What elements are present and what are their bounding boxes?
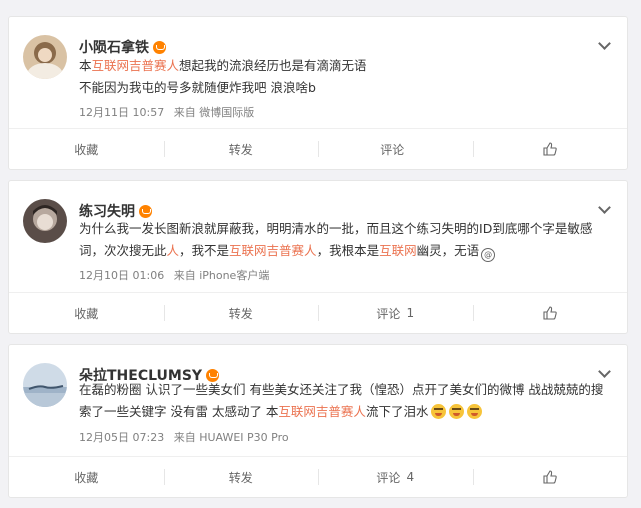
- like-button[interactable]: [472, 129, 628, 169]
- post-meta: 12月10日 01:06 来自 iPhone客户端: [79, 267, 275, 283]
- comment-button[interactable]: 评论: [318, 129, 473, 169]
- repost-button[interactable]: 转发: [163, 129, 319, 169]
- weibo-card-2: 练习失明 为什么我一发长图新浪就屏蔽我，明明清水的一批，而且这个练习失明的ID到…: [8, 180, 628, 334]
- text-fragment: 流下了泪水: [365, 404, 429, 419]
- thumbs-up-icon: [543, 306, 557, 320]
- topic-link[interactable]: 互联网吉普赛人: [92, 58, 180, 73]
- avatar-image: [23, 363, 67, 407]
- favorite-button[interactable]: 收藏: [9, 293, 164, 333]
- favorite-label: 收藏: [74, 470, 99, 485]
- post-text: 在磊的粉圈 认识了一些美女们 有些美女还关注了我（惶恐）点开了美女们的微博 战战…: [79, 379, 613, 423]
- avatar-image: [23, 35, 67, 79]
- crying-emoji-icon: [431, 404, 447, 419]
- favorite-button[interactable]: 收藏: [9, 129, 164, 169]
- comment-count: 4: [406, 470, 415, 484]
- repost-button[interactable]: 转发: [163, 457, 319, 497]
- avatar[interactable]: [23, 35, 67, 79]
- text-fragment: 本: [79, 58, 92, 73]
- favorite-button[interactable]: 收藏: [9, 457, 164, 497]
- text-fragment: 幽灵，无语: [416, 243, 480, 258]
- avatar[interactable]: [23, 363, 67, 407]
- repost-label: 转发: [228, 142, 253, 157]
- repost-button[interactable]: 转发: [163, 293, 319, 333]
- avatar-image: [23, 199, 67, 243]
- chevron-down-icon[interactable]: [598, 365, 611, 378]
- vip-badge-icon: [139, 204, 152, 218]
- source: 来自 微博国际版: [173, 106, 255, 119]
- timestamp[interactable]: 12月11日 10:57: [79, 106, 164, 119]
- chevron-down-icon[interactable]: [598, 201, 611, 214]
- topic-link[interactable]: 互联网吉普赛人: [229, 243, 317, 258]
- post-text: 为什么我一发长图新浪就屏蔽我，明明清水的一批，而且这个练习失明的ID到底哪个字是…: [79, 218, 613, 262]
- topic-link[interactable]: 互联网: [379, 243, 417, 258]
- comment-label: 评论: [376, 306, 401, 321]
- chevron-down-icon[interactable]: [598, 37, 611, 50]
- repost-label: 转发: [228, 306, 253, 321]
- favorite-label: 收藏: [74, 306, 99, 321]
- avatar[interactable]: [23, 199, 67, 243]
- text-fragment: 想起我的流浪经历也是有滴滴无语: [179, 58, 367, 73]
- action-bar: 收藏 转发 评论 1: [9, 292, 627, 333]
- crying-emoji-icon: [467, 404, 483, 419]
- crying-emoji-icon: [449, 404, 465, 419]
- like-button[interactable]: [472, 457, 628, 497]
- post-meta: 12月05日 07:23 来自 HUAWEI P30 Pro: [79, 429, 295, 445]
- post-text: 本互联网吉普赛人想起我的流浪经历也是有滴滴无语 不能因为我屯的号多就随便炸我吧 …: [79, 55, 613, 99]
- comment-button[interactable]: 评论 4: [318, 457, 473, 497]
- comment-button[interactable]: 评论 1: [318, 293, 473, 333]
- weibo-card-3: 朵拉THECLUMSY 在磊的粉圈 认识了一些美女们 有些美女还关注了我（惶恐）…: [8, 344, 628, 498]
- favorite-label: 收藏: [74, 142, 99, 157]
- emoji-icon: @: [481, 248, 496, 262]
- timestamp[interactable]: 12月05日 07:23: [79, 431, 164, 444]
- vip-badge-icon: [153, 40, 166, 54]
- thumbs-up-icon: [543, 470, 557, 484]
- comment-label: 评论: [380, 142, 405, 157]
- timestamp[interactable]: 12月10日 01:06: [79, 269, 164, 282]
- source: 来自 HUAWEI P30 Pro: [173, 431, 289, 444]
- comment-label: 评论: [376, 470, 401, 485]
- topic-link[interactable]: 互联网吉普赛人: [278, 404, 366, 419]
- source: 来自 iPhone客户端: [173, 269, 270, 282]
- text-fragment: ，我根本是: [316, 243, 380, 258]
- action-bar: 收藏 转发 评论: [9, 128, 627, 169]
- thumbs-up-icon: [543, 142, 557, 156]
- post-text-line: 本互联网吉普赛人想起我的流浪经历也是有滴滴无语: [79, 55, 613, 77]
- like-button[interactable]: [472, 293, 628, 333]
- username[interactable]: 小陨石拿铁: [79, 37, 166, 57]
- post-meta: 12月11日 10:57 来自 微博国际版: [79, 104, 260, 120]
- action-bar: 收藏 转发 评论 4: [9, 456, 627, 497]
- post-text-line: 不能因为我屯的号多就随便炸我吧 浪浪啥b: [79, 80, 316, 95]
- weibo-card-1: 小陨石拿铁 本互联网吉普赛人想起我的流浪经历也是有滴滴无语 不能因为我屯的号多就…: [8, 16, 628, 170]
- topic-link[interactable]: 人: [167, 243, 180, 258]
- text-fragment: ，我不是: [179, 243, 230, 258]
- repost-label: 转发: [228, 470, 253, 485]
- username-text[interactable]: 小陨石拿铁: [79, 37, 149, 57]
- comment-count: 1: [406, 306, 415, 320]
